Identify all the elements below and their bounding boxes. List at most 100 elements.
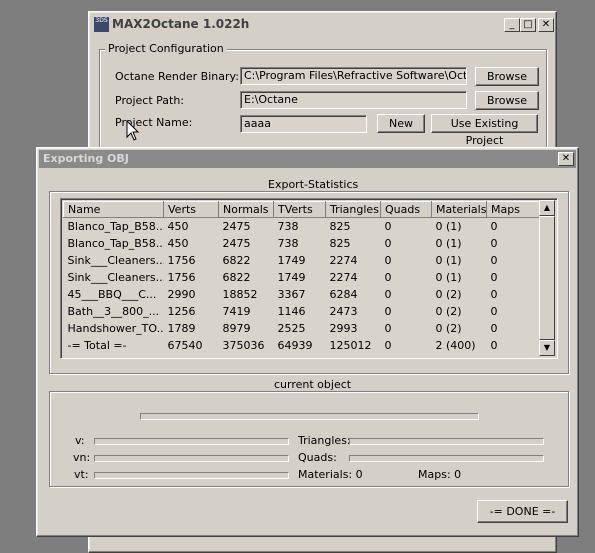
table-cell: 0 [384, 254, 392, 267]
project-config-title: Project Configuration [105, 42, 227, 55]
table-row[interactable]: 45___BBQ___C... 2990 18852 3367 6284 0 0 (2) 0 [64, 286, 540, 303]
column-header[interactable]: Normals [218, 201, 274, 218]
render-binary-field[interactable]: C:\Program Files\Refractive Software\Oct… [240, 67, 467, 85]
table-cell: 0 (2) [435, 288, 462, 301]
column-header[interactable]: Quads [380, 201, 432, 218]
table-cell: 1256 [167, 305, 196, 318]
overall-progress-bar [140, 413, 479, 420]
table-cell: Blanco_Tap_B58... [67, 220, 164, 233]
table-cell: 45___BBQ___C... [67, 288, 157, 301]
scroll-up-button[interactable]: ▲ [539, 200, 555, 216]
statistics-table: Name Verts Normals TVerts Triangles Quad… [63, 201, 540, 354]
table-cell: 0 [384, 305, 392, 318]
table-cell: Sink___Cleaners... [67, 254, 164, 267]
project-path-field[interactable]: E:\Octane [240, 91, 467, 109]
table-cell: 0 [490, 339, 498, 352]
table-cell: 0 [384, 339, 392, 352]
export-dialog: Exporting OBJ ✕ Export-Statistics Name V… [36, 147, 579, 537]
mouse-cursor-icon [126, 120, 140, 141]
table-row[interactable]: Sink___Cleaners... 1756 6822 1749 2274 0 0 (1)… [64, 269, 540, 286]
column-header[interactable]: Triangles [325, 201, 381, 218]
vt-progress-bar [94, 472, 289, 479]
table-cell: 6822 [222, 254, 251, 267]
table-cell: 1749 [277, 254, 306, 267]
table-cell: 0 [490, 220, 498, 233]
project-name-field[interactable]: aaaa [240, 115, 367, 133]
table-row[interactable]: Blanco_Tap_B58... 450 2475 738 825 0 0 (1) 0 [64, 218, 540, 236]
table-row[interactable]: -= Total =- 67540 375036 64939 125012 0 2 (400… [64, 337, 540, 354]
table-cell: 0 [384, 322, 392, 335]
table-cell: 67540 [167, 339, 203, 352]
table-cell: 2525 [277, 322, 306, 335]
column-header[interactable]: Name [63, 201, 164, 218]
list-scrollbar[interactable]: ▲ ▼ [539, 200, 555, 356]
table-cell: 825 [329, 237, 351, 250]
export-close-button[interactable]: ✕ [558, 152, 574, 166]
table-cell: 0 [384, 288, 392, 301]
main-title-bar[interactable]: 3DS MAX2Octane 1.022h _ □ ✕ [91, 14, 554, 34]
export-statistics-title: Export-Statistics [265, 178, 362, 191]
table-cell: 1789 [167, 322, 196, 335]
table-cell: 0 [490, 254, 498, 267]
done-button[interactable]: -= DONE =- [477, 500, 568, 523]
table-cell: 64939 [277, 339, 313, 352]
table-cell: 1749 [277, 271, 306, 284]
table-cell: 0 (2) [435, 305, 462, 318]
table-cell: 2475 [222, 220, 251, 233]
table-cell: 0 (2) [435, 322, 462, 335]
scroll-thumb[interactable] [539, 216, 555, 340]
main-window-title: MAX2Octane 1.022h [112, 17, 250, 31]
current-object-title: current object [271, 378, 355, 391]
column-header[interactable]: Materials [431, 201, 487, 218]
scroll-down-button[interactable]: ▼ [539, 340, 555, 356]
quads-label: Quads: [298, 451, 337, 464]
table-row[interactable]: Handshower_TO... 1789 8979 2525 2993 0 0 (2) 0 [64, 320, 540, 337]
maximize-button[interactable]: □ [520, 18, 536, 32]
triangles-progress-bar [349, 438, 544, 445]
table-row[interactable]: Sink___Cleaners... 1756 6822 1749 2274 0 0 (1)… [64, 252, 540, 269]
new-project-button[interactable]: New [377, 114, 425, 133]
table-cell: 2993 [329, 322, 358, 335]
render-binary-label: Octane Render Binary: [115, 70, 239, 83]
table-row[interactable]: Bath__3__800_... 1256 7419 1146 2473 0 0 (2) 0 [64, 303, 540, 320]
table-cell: 3367 [277, 288, 306, 301]
table-cell: Bath__3__800_... [67, 305, 160, 318]
table-cell: Handshower_TO... [67, 322, 164, 335]
table-cell: 2274 [329, 254, 358, 267]
browse-binary-button[interactable]: Browse [475, 67, 539, 86]
table-cell: 0 (1) [435, 237, 462, 250]
table-cell: 0 [490, 322, 498, 335]
use-existing-project-button[interactable]: Use Existing Project [431, 114, 538, 147]
export-title-bar[interactable]: Exporting OBJ ✕ [39, 150, 576, 168]
table-row[interactable]: Blanco_Tap_B58... 450 2475 738 825 0 0 (1) 0 [64, 235, 540, 252]
table-cell: Sink___Cleaners... [67, 271, 164, 284]
table-cell: 0 [384, 237, 392, 250]
table-cell: 2274 [329, 271, 358, 284]
statistics-list[interactable]: Name Verts Normals TVerts Triangles Quad… [60, 198, 558, 359]
vn-progress-bar [94, 455, 289, 462]
materials-count-label: Materials: 0 [298, 468, 363, 481]
minimize-button[interactable]: _ [504, 18, 520, 32]
v-progress-bar [94, 438, 289, 445]
table-cell: -= Total =- [67, 339, 127, 352]
table-header-row: Name Verts Normals TVerts Triangles Quad… [63, 201, 540, 218]
table-cell: 450 [167, 237, 189, 250]
table-cell: 1146 [277, 305, 306, 318]
browse-path-button[interactable]: Browse [475, 91, 539, 110]
table-cell: 0 (1) [435, 254, 462, 267]
v-label: v: [75, 434, 85, 447]
quads-progress-bar [349, 455, 544, 462]
main-close-button[interactable]: ✕ [538, 18, 554, 32]
table-cell: 2473 [329, 305, 358, 318]
table-cell: 450 [167, 220, 189, 233]
column-header[interactable]: TVerts [273, 201, 326, 218]
table-cell: 1756 [167, 271, 196, 284]
table-cell: 0 [490, 271, 498, 284]
project-path-label: Project Path: [115, 94, 185, 107]
column-header[interactable]: Verts [163, 201, 219, 218]
table-cell: 375036 [222, 339, 265, 352]
table-cell: Blanco_Tap_B58... [67, 237, 164, 250]
table-cell: 6284 [329, 288, 358, 301]
table-cell: 0 [384, 220, 392, 233]
column-header[interactable]: Maps [486, 201, 540, 218]
